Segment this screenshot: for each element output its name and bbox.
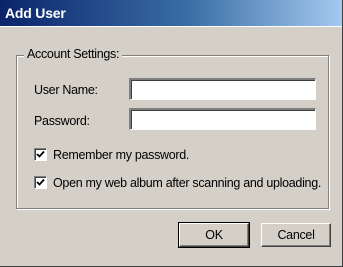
title-bar[interactable]: Add User (0, 0, 342, 26)
ok-button[interactable]: OK (178, 222, 250, 248)
window-title: Add User (5, 5, 66, 21)
remember-password-checkbox[interactable] (34, 148, 47, 161)
password-label: Password: (34, 114, 90, 128)
password-input[interactable] (129, 108, 316, 130)
checkmark-icon (36, 150, 45, 158)
open-web-album-label[interactable]: Open my web album after scanning and upl… (53, 175, 321, 191)
checkmark-icon (36, 178, 45, 186)
user-name-label: User Name: (34, 83, 98, 97)
remember-password-label[interactable]: Remember my password. (53, 147, 189, 163)
user-name-input[interactable] (129, 78, 316, 100)
cancel-button[interactable]: Cancel (261, 223, 331, 247)
title-divider (0, 26, 342, 27)
account-settings-label: Account Settings: (24, 46, 123, 62)
open-web-album-checkbox[interactable] (34, 176, 47, 189)
add-user-dialog: Add User Account Settings: User Name: Pa… (0, 0, 343, 267)
